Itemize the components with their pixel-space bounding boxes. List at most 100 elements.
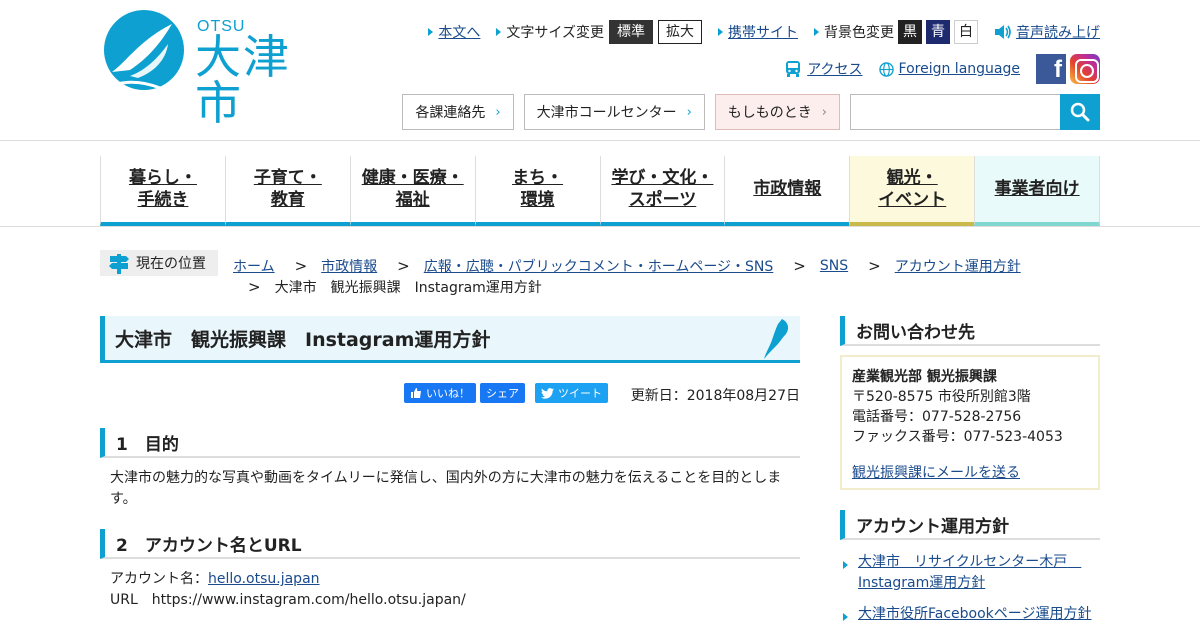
font-size-normal-button[interactable]: 標準 bbox=[609, 20, 653, 44]
font-size-large-button[interactable]: 拡大 bbox=[658, 20, 702, 44]
emergency-link[interactable]: もしものとき › bbox=[714, 94, 840, 130]
call-center-label: 大津市コールセンター bbox=[536, 105, 677, 121]
triangle-icon bbox=[428, 28, 434, 36]
signpost-icon bbox=[109, 254, 129, 274]
page-title: 大津市 観光振興課 Instagram運用方針 bbox=[100, 316, 800, 363]
triangle-icon bbox=[496, 28, 502, 36]
instagram-icon[interactable] bbox=[1070, 54, 1100, 84]
policy-link-facebook[interactable]: 大津市役所Facebookページ運用方針 bbox=[858, 606, 1092, 622]
contact-address: 〒520-8575 市役所別館3階 bbox=[852, 389, 1031, 405]
nav-item-city-info[interactable]: 市政情報 bbox=[724, 156, 850, 226]
site-search bbox=[850, 94, 1100, 130]
bg-white-button[interactable]: 白 bbox=[954, 20, 978, 44]
utility-bar: 本文へ 文字サイズ変更 標準 拡大 携帯サイト 背景色変更 黒 青 白 音声読み… bbox=[412, 20, 1100, 44]
access-item: アクセス bbox=[785, 59, 863, 79]
triangle-icon bbox=[843, 613, 848, 621]
breadcrumb-policy[interactable]: アカウント運用方針 bbox=[895, 256, 1021, 276]
url-label: URL bbox=[110, 592, 138, 608]
policy-list: 大津市 リサイクルセンター木戸 Instagram運用方針 大津市役所Faceb… bbox=[840, 552, 1100, 630]
skip-to-content-link[interactable]: 本文へ bbox=[438, 22, 480, 42]
facebook-like-button[interactable]: いいね！ bbox=[404, 383, 476, 403]
url-value: https://www.instagram.com/hello.otsu.jap… bbox=[151, 592, 466, 608]
bus-icon bbox=[786, 61, 801, 77]
globe-icon bbox=[878, 61, 894, 77]
triangle-icon bbox=[843, 561, 848, 569]
department-contacts-label: 各課連絡先 bbox=[415, 105, 486, 121]
account-label: アカウント名： bbox=[110, 571, 208, 587]
facebook-icon[interactable]: f bbox=[1036, 54, 1066, 84]
policy-link-recycle-center[interactable]: 大津市 リサイクルセンター木戸 Instagram運用方針 bbox=[858, 554, 1081, 591]
bg-color-label: 背景色変更 bbox=[824, 25, 894, 41]
nav-item-culture[interactable]: 学び・文化・ スポーツ bbox=[599, 156, 725, 226]
emergency-label: もしものとき bbox=[727, 105, 812, 121]
mobile-site-item: 携帯サイト bbox=[718, 22, 798, 42]
speaker-icon bbox=[995, 25, 1011, 39]
account-link[interactable]: hello.otsu.japan bbox=[208, 571, 320, 587]
facebook-share-button[interactable]: シェア bbox=[480, 383, 525, 403]
font-size-label: 文字サイズ変更 bbox=[506, 25, 604, 41]
access-link[interactable]: アクセス bbox=[807, 59, 862, 79]
nav-item-business[interactable]: 事業者向け bbox=[974, 156, 1100, 226]
search-icon bbox=[1070, 102, 1090, 122]
breadcrumb-separator: > bbox=[294, 257, 308, 275]
twitter-bird-icon bbox=[541, 387, 554, 399]
utility-bar-2: アクセス Foreign language f bbox=[769, 54, 1100, 84]
foreign-language-item: Foreign language bbox=[878, 61, 1020, 77]
share-buttons: いいね！ シェア ツイート bbox=[404, 383, 612, 403]
contact-tel: 電話番号：077-528-2756 bbox=[852, 409, 1022, 425]
breadcrumb-label-text: 現在の位置 bbox=[136, 256, 206, 272]
chevron-right-icon: › bbox=[686, 104, 692, 120]
nav-item-tourism[interactable]: 観光・ イベント bbox=[849, 156, 975, 226]
nav-item-childcare[interactable]: 子育て・ 教育 bbox=[224, 156, 350, 226]
bg-blue-button[interactable]: 青 bbox=[926, 20, 950, 44]
global-nav: 暮らし・ 手続き 子育て・ 教育 健康・医療・ 福祉 まち・ 環境 学び・文化・… bbox=[100, 156, 1100, 226]
breadcrumb-separator: > bbox=[248, 278, 261, 296]
triangle-icon bbox=[814, 28, 819, 36]
mobile-site-link[interactable]: 携帯サイト bbox=[728, 22, 798, 42]
site-logo[interactable]: OTSU 大津市 bbox=[100, 10, 335, 126]
section-text-account: アカウント名：hello.otsu.japan URL https://www.… bbox=[110, 569, 790, 611]
bg-color-control: 背景色変更 黒 青 白 bbox=[814, 20, 978, 44]
chevron-right-icon: › bbox=[495, 104, 501, 120]
breadcrumb-label: 現在の位置 bbox=[100, 250, 218, 276]
page-title-text: 大津市 観光振興課 Instagram運用方針 bbox=[115, 328, 491, 351]
department-contacts-link[interactable]: 各課連絡先 › bbox=[402, 94, 514, 130]
nav-item-town[interactable]: まち・ 環境 bbox=[474, 156, 600, 226]
bg-black-button[interactable]: 黒 bbox=[898, 20, 922, 44]
nav-divider bbox=[0, 226, 1200, 227]
nav-item-living[interactable]: 暮らし・ 手続き bbox=[100, 156, 225, 226]
skip-link-item: 本文へ bbox=[428, 22, 480, 42]
account-row: アカウント名：hello.otsu.japan bbox=[110, 569, 790, 590]
url-row: URL https://www.instagram.com/hello.otsu… bbox=[110, 590, 790, 611]
list-item: 大津市 リサイクルセンター木戸 Instagram運用方針 bbox=[840, 552, 1100, 594]
quick-links: 各課連絡先 › 大津市コールセンター › もしものとき › bbox=[392, 94, 1100, 130]
breadcrumb: ホーム > 市政情報 > 広報・広聴・パブリックコメント・ホームページ・SNS … bbox=[233, 256, 1021, 276]
breadcrumb-separator: > bbox=[793, 257, 806, 275]
tweet-button[interactable]: ツイート bbox=[535, 383, 608, 403]
section-text-purpose: 大津市の魅力的な写真や動画をタイムリーに発信し、国内外の方に大津市の魅力を伝える… bbox=[110, 470, 782, 507]
nav-item-health[interactable]: 健康・医療・ 福祉 bbox=[349, 156, 475, 226]
thumbs-up-icon bbox=[411, 388, 421, 398]
header-divider bbox=[0, 140, 1200, 141]
facebook-like-label: いいね！ bbox=[426, 387, 470, 400]
section-heading-account: 2 アカウント名とURL bbox=[100, 529, 800, 559]
contact-fax: ファックス番号：077-523-4053 bbox=[852, 429, 1063, 445]
contact-box: 産業観光部 観光振興課 〒520-8575 市役所別館3階 電話番号：077-5… bbox=[840, 355, 1100, 490]
breadcrumb-home[interactable]: ホーム bbox=[233, 256, 275, 276]
chevron-right-icon: › bbox=[821, 104, 827, 120]
otsu-logo-icon bbox=[100, 10, 184, 92]
section-heading-purpose: 1 目的 bbox=[100, 428, 800, 458]
breadcrumb-city-info[interactable]: 市政情報 bbox=[321, 256, 377, 276]
speech-link[interactable]: 音声読み上げ bbox=[1016, 22, 1100, 42]
contact-dept: 産業観光部 観光振興課 bbox=[852, 369, 997, 385]
foreign-language-link[interactable]: Foreign language bbox=[899, 61, 1020, 77]
call-center-link[interactable]: 大津市コールセンター › bbox=[523, 94, 705, 130]
breadcrumb-sns[interactable]: SNS bbox=[820, 258, 848, 274]
breadcrumb-pr[interactable]: 広報・広聴・パブリックコメント・ホームページ・SNS bbox=[424, 256, 774, 276]
search-button[interactable] bbox=[1060, 94, 1100, 130]
search-input[interactable] bbox=[850, 94, 1060, 130]
breadcrumb-current-row: > 大津市 観光振興課 Instagram運用方針 bbox=[248, 277, 542, 297]
contact-mail-link[interactable]: 観光振興課にメールを送る bbox=[852, 463, 1088, 483]
list-item: 大津市役所Facebookページ運用方針 bbox=[840, 604, 1100, 625]
font-size-control: 文字サイズ変更 標準 拡大 bbox=[496, 20, 702, 44]
